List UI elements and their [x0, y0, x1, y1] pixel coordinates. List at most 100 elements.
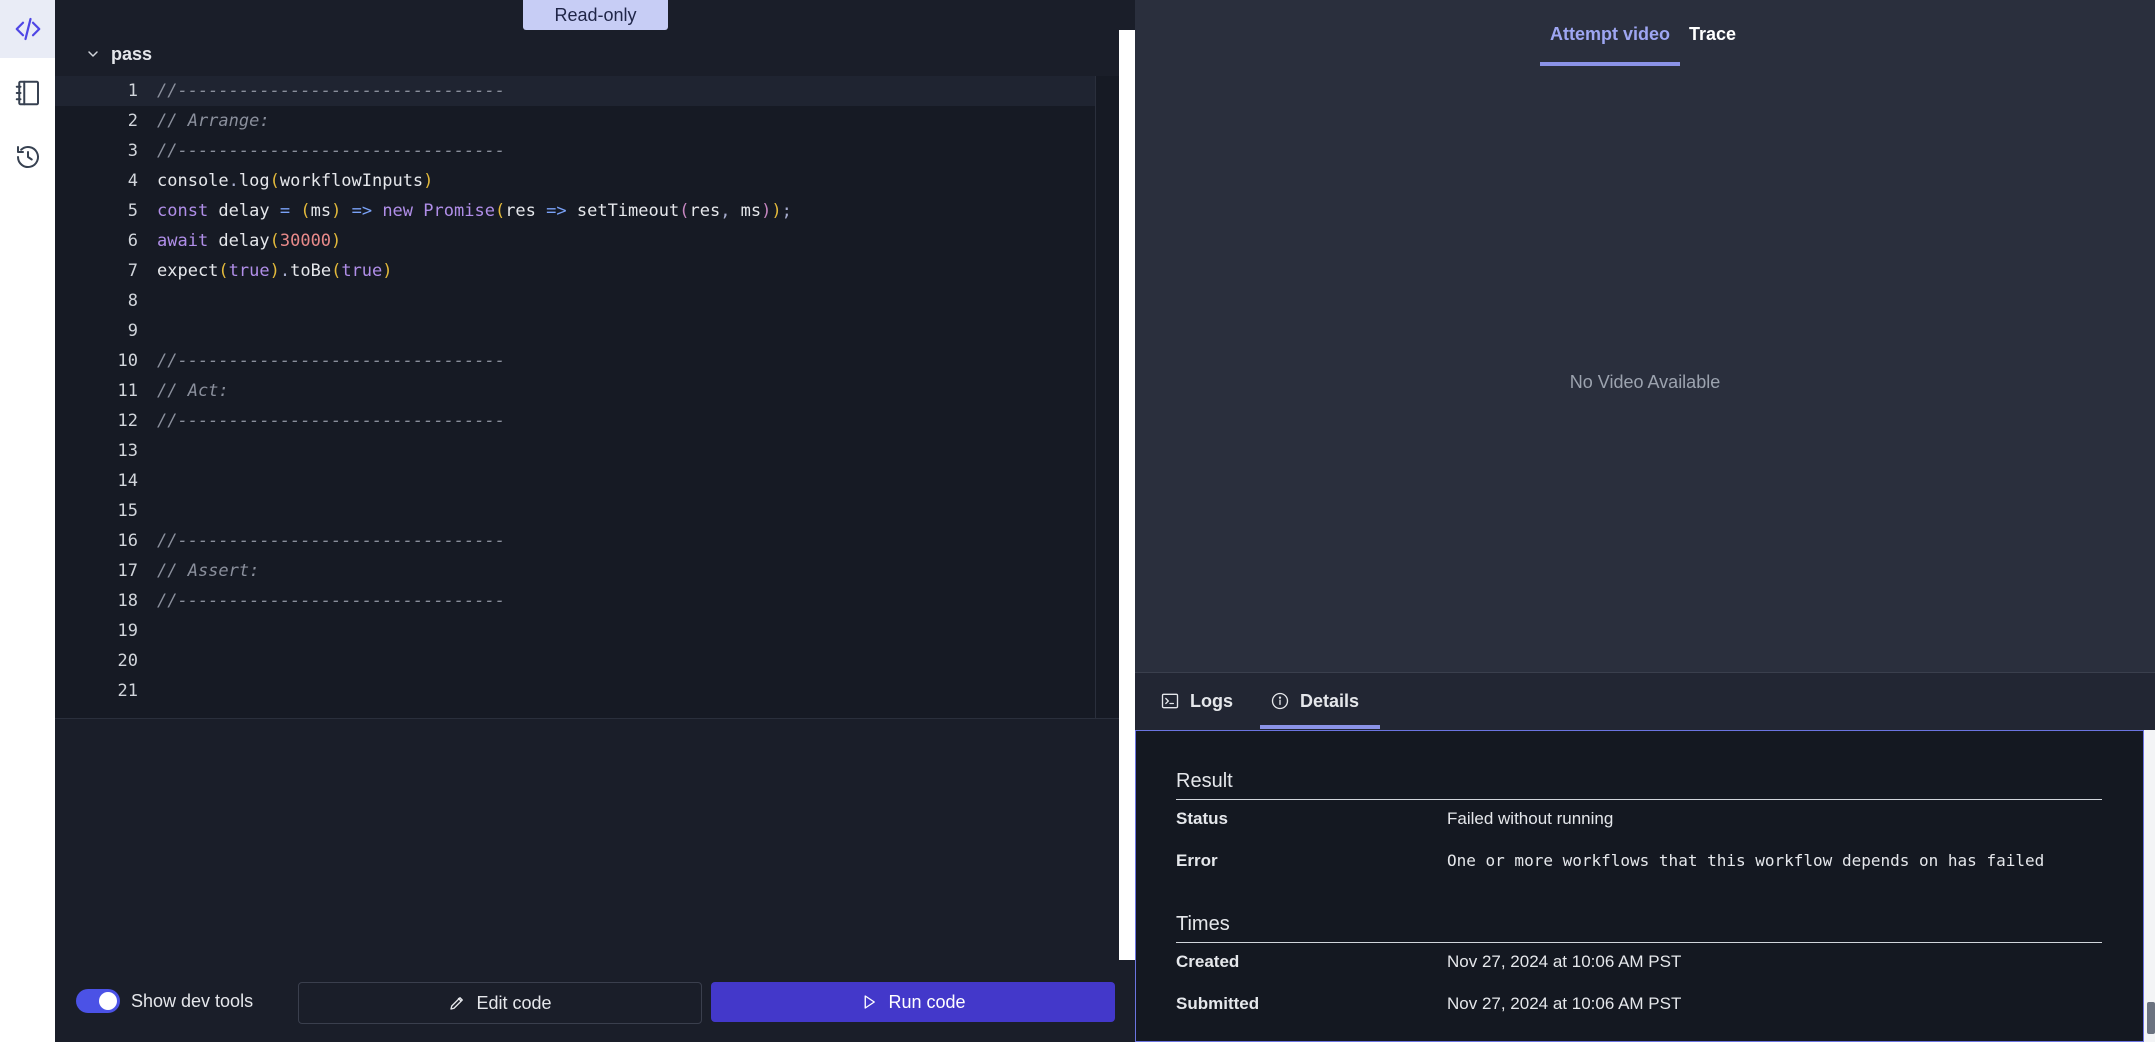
toggle-knob: [99, 992, 117, 1010]
right-panel: Attempt video Trace No Video Available L…: [1135, 0, 2155, 1042]
code-line[interactable]: 13: [55, 436, 1095, 466]
tab-logs-label: Logs: [1190, 690, 1233, 711]
code-line[interactable]: 2 // Arrange:: [55, 106, 1095, 136]
tab-details[interactable]: Details: [1260, 673, 1380, 729]
code-line[interactable]: 6 await delay(30000): [55, 226, 1095, 256]
editor-panel: Read-only pass 1 //----------------------…: [55, 0, 1135, 1042]
times-section-title: Times: [1176, 913, 1230, 935]
code-token: setTimeout: [566, 201, 680, 221]
tab-attempt-video[interactable]: Attempt video: [1540, 0, 1680, 68]
code-token: delay: [208, 201, 280, 221]
code-line[interactable]: 19: [55, 616, 1095, 646]
code-line[interactable]: 12 //--------------------------------: [55, 406, 1095, 436]
history-button[interactable]: [0, 128, 55, 186]
dev-tools-toggle[interactable]: [76, 989, 120, 1013]
code-line[interactable]: 3 //--------------------------------: [55, 136, 1095, 166]
code-line[interactable]: 10 //--------------------------------: [55, 346, 1095, 376]
code-text: //--------------------------------: [157, 76, 505, 106]
line-number: 7: [127, 261, 138, 281]
code-token: log: [238, 171, 270, 191]
details-scrollbar-thumb[interactable]: [2147, 1002, 2155, 1034]
code-view-button[interactable]: [0, 0, 55, 58]
code-token: ms: [730, 201, 762, 221]
chevron-down-icon[interactable]: [85, 46, 101, 62]
tab-details-label: Details: [1300, 690, 1360, 711]
line-number: 10: [117, 351, 138, 371]
left-rail: [0, 0, 55, 1042]
details-scrollbar[interactable]: [2144, 730, 2155, 1042]
run-code-label: Run code: [888, 991, 966, 1012]
code-line[interactable]: 15: [55, 496, 1095, 526]
code-token: .: [228, 171, 239, 191]
code-token: res: [505, 201, 547, 221]
code-token: (: [331, 261, 342, 281]
code-line[interactable]: 4 console.log(workflowInputs): [55, 166, 1095, 196]
code-token: (: [269, 231, 280, 251]
line-number: 3: [127, 141, 138, 161]
error-label: Error: [1176, 851, 1218, 870]
code-token: res: [689, 201, 721, 221]
notebook-button[interactable]: [0, 64, 55, 122]
code-token: ms: [310, 201, 332, 221]
code-line[interactable]: 18 //--------------------------------: [55, 586, 1095, 616]
line-number: 19: [117, 621, 138, 641]
code-token: new: [382, 201, 414, 221]
code-line[interactable]: 8: [55, 286, 1095, 316]
code-line[interactable]: 5 const delay = (ms) => new Promise(res =…: [55, 196, 1095, 226]
code-token: toBe: [290, 261, 332, 281]
code-line[interactable]: 20: [55, 646, 1095, 676]
code-token: // Act:: [157, 381, 229, 401]
file-header[interactable]: pass: [85, 40, 152, 68]
terminal-icon: [1161, 693, 1179, 709]
code-line[interactable]: 11 // Act:: [55, 376, 1095, 406]
code-token: ): [771, 201, 782, 221]
dev-tools-label: Show dev tools: [131, 991, 254, 1011]
editor-footer: Show dev tools Edit code Run code: [55, 962, 1135, 1042]
panel-divider[interactable]: [1119, 30, 1135, 960]
code-text: console.log(workflowInputs): [157, 166, 433, 196]
status-label: Status: [1176, 809, 1228, 828]
error-value: One or more workflows that this workflow…: [1447, 851, 2045, 870]
code-line[interactable]: 17 // Assert:: [55, 556, 1095, 586]
notebook-icon: [15, 80, 39, 106]
code-token: =: [279, 201, 291, 221]
code-text: // Arrange:: [157, 106, 270, 136]
code-text: //--------------------------------: [157, 136, 505, 166]
line-number: 14: [117, 471, 138, 491]
code-token: true: [341, 261, 383, 281]
pencil-icon: [450, 997, 464, 1010]
code-token: ): [423, 171, 434, 191]
code-token: ): [761, 201, 772, 221]
tab-trace[interactable]: Trace: [1685, 0, 1740, 68]
code-token: true: [228, 261, 270, 281]
code-token: //--------------------------------: [157, 141, 505, 161]
edit-code-label: Edit code: [476, 992, 552, 1013]
code-line[interactable]: 7 expect(true).toBe(true): [55, 256, 1095, 286]
run-code-button[interactable]: Run code: [711, 982, 1115, 1022]
info-icon: [1271, 692, 1289, 710]
code-token: (: [218, 261, 229, 281]
code-token: =>: [351, 201, 373, 221]
line-number: 13: [117, 441, 138, 461]
code-text: //--------------------------------: [157, 406, 505, 436]
code-line[interactable]: 16 //--------------------------------: [55, 526, 1095, 556]
code-line[interactable]: 14: [55, 466, 1095, 496]
line-number: 2: [127, 111, 138, 131]
code-text: await delay(30000): [157, 226, 341, 256]
code-token: //--------------------------------: [157, 351, 505, 371]
line-number: 6: [127, 231, 138, 251]
code-token: workflowInputs: [279, 171, 424, 191]
code-line[interactable]: 21: [55, 676, 1095, 706]
status-value: Failed without running: [1447, 809, 1614, 828]
tab-logs[interactable]: Logs: [1160, 673, 1233, 729]
code-token: ): [331, 231, 342, 251]
code-line[interactable]: 1 //--------------------------------: [55, 76, 1095, 106]
edit-code-button[interactable]: Edit code: [298, 982, 702, 1024]
line-number: 5: [127, 201, 138, 221]
code-editor[interactable]: 1 //-------------------------------- 2 // A…: [55, 76, 1119, 719]
play-icon: [865, 995, 876, 1009]
code-line[interactable]: 9: [55, 316, 1095, 346]
